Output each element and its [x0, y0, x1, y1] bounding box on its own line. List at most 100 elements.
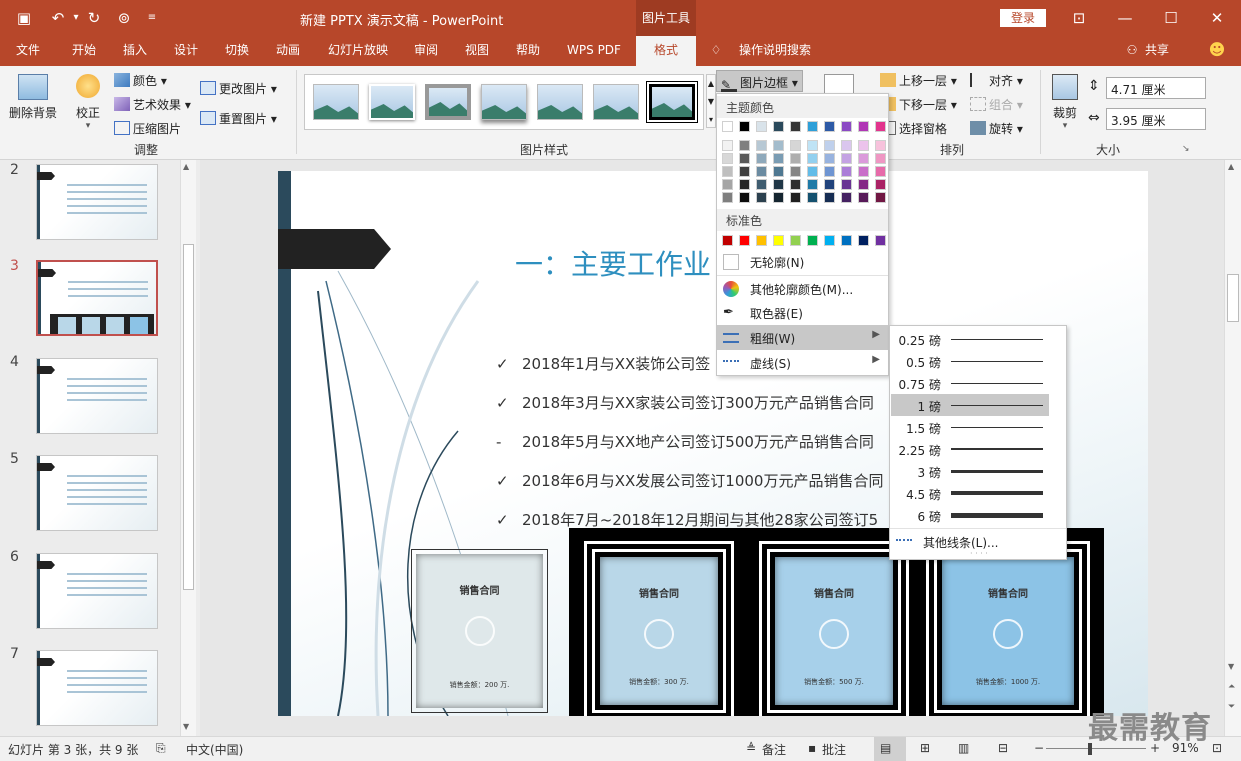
- change-picture-button[interactable]: 更改图片 ▾: [200, 80, 277, 97]
- theme-color-shade-swatch[interactable]: [773, 179, 784, 190]
- thumbnail-scrollbar[interactable]: ▲ ▼: [180, 160, 196, 736]
- previous-slide-icon[interactable]: ⏶: [1228, 682, 1235, 692]
- fit-to-window-icon[interactable]: ⊡: [1212, 741, 1222, 755]
- tell-me-search[interactable]: 操作说明搜索: [730, 36, 820, 66]
- weight-option[interactable]: 0.5 磅: [891, 350, 1049, 372]
- remove-background-button[interactable]: 删除背景: [8, 74, 58, 121]
- minimize-icon[interactable]: —: [1110, 6, 1140, 30]
- theme-color-shade-swatch[interactable]: [739, 179, 750, 190]
- tab-wps-pdf[interactable]: WPS PDF: [556, 36, 632, 66]
- close-icon[interactable]: ✕: [1202, 6, 1232, 30]
- theme-color-shade-swatch[interactable]: [739, 192, 750, 203]
- theme-color-swatch[interactable]: [773, 121, 784, 132]
- picture-style-1[interactable]: [313, 84, 359, 120]
- height-input[interactable]: 4.71 厘米: [1106, 77, 1206, 99]
- theme-color-shade-swatch[interactable]: [790, 153, 801, 164]
- picture-style-6[interactable]: [593, 84, 639, 120]
- theme-color-shade-swatch[interactable]: [841, 166, 852, 177]
- slide-thumbnail-7[interactable]: [36, 650, 158, 726]
- theme-color-shade-swatch[interactable]: [756, 153, 767, 164]
- picture-style-5[interactable]: [537, 84, 583, 120]
- theme-color-shade-swatch[interactable]: [722, 140, 733, 151]
- next-slide-icon[interactable]: ⏷: [1228, 702, 1235, 712]
- slide-thumbnail-6[interactable]: [36, 553, 158, 629]
- tab-insert[interactable]: 插入: [111, 36, 159, 66]
- color-button[interactable]: 颜色 ▾: [114, 72, 167, 89]
- theme-color-shade-swatch[interactable]: [841, 153, 852, 164]
- theme-color-shade-swatch[interactable]: [807, 179, 818, 190]
- slide-thumbnail-3[interactable]: [36, 260, 158, 336]
- theme-color-shade-swatch[interactable]: [807, 192, 818, 203]
- share-button[interactable]: 共享: [1142, 36, 1172, 66]
- weight-option[interactable]: 0.75 磅: [891, 372, 1049, 394]
- picture-style-2[interactable]: [369, 84, 415, 120]
- standard-color-swatch[interactable]: [790, 235, 801, 246]
- theme-color-swatch[interactable]: [858, 121, 869, 132]
- notes-button[interactable]: 备注: [762, 741, 786, 758]
- contract-picture-4[interactable]: 销售合同 销售金额：1000 万.: [926, 541, 1090, 716]
- theme-color-shade-swatch[interactable]: [807, 153, 818, 164]
- theme-color-shade-swatch[interactable]: [722, 153, 733, 164]
- tab-animations[interactable]: 动画: [264, 36, 312, 66]
- slide-title[interactable]: 一：主要工作业: [515, 243, 711, 283]
- standard-color-swatch[interactable]: [841, 235, 852, 246]
- theme-color-shade-swatch[interactable]: [824, 192, 835, 203]
- standard-color-swatch[interactable]: [739, 235, 750, 246]
- editor-scrollbar[interactable]: ▲ ▼ ⏶ ⏷: [1224, 160, 1241, 736]
- theme-color-shade-swatch[interactable]: [875, 153, 886, 164]
- theme-color-shade-swatch[interactable]: [790, 179, 801, 190]
- weight-option[interactable]: 3 磅: [891, 460, 1049, 482]
- more-outline-colors-item[interactable]: 其他轮廓颜色(M)...: [717, 275, 888, 300]
- theme-color-shade-swatch[interactable]: [756, 179, 767, 190]
- theme-color-shade-swatch[interactable]: [739, 153, 750, 164]
- slide-thumbnail-2[interactable]: [36, 164, 158, 240]
- group-button[interactable]: 组合 ▾: [970, 96, 1023, 113]
- scroll-up-icon[interactable]: ▲: [1228, 162, 1234, 171]
- theme-color-shade-swatch[interactable]: [790, 140, 801, 151]
- smiley-icon[interactable]: ☻: [1206, 36, 1228, 66]
- bring-forward-button[interactable]: 上移一层 ▾: [880, 72, 957, 89]
- theme-color-shade-swatch[interactable]: [858, 179, 869, 190]
- theme-color-shade-swatch[interactable]: [875, 192, 886, 203]
- slide-sorter-icon[interactable]: ⊞: [920, 741, 930, 755]
- tab-design[interactable]: 设计: [162, 36, 210, 66]
- size-dialog-launcher-icon[interactable]: ↘: [1182, 144, 1190, 154]
- weight-option[interactable]: 1 磅: [891, 394, 1049, 416]
- theme-color-shade-swatch[interactable]: [756, 192, 767, 203]
- send-backward-button[interactable]: 下移一层 ▾: [880, 96, 957, 113]
- theme-color-shade-swatch[interactable]: [773, 153, 784, 164]
- zoom-slider-track[interactable]: [1046, 748, 1146, 749]
- theme-color-shade-swatch[interactable]: [841, 179, 852, 190]
- undo-dropdown-icon[interactable]: ▾: [66, 8, 86, 28]
- standard-color-swatch[interactable]: [722, 235, 733, 246]
- crop-button[interactable]: 裁剪 ▾: [1050, 74, 1080, 131]
- theme-color-shade-swatch[interactable]: [824, 140, 835, 151]
- theme-color-shade-swatch[interactable]: [722, 192, 733, 203]
- present-icon[interactable]: ⊚: [114, 8, 134, 28]
- theme-color-shade-swatch[interactable]: [773, 166, 784, 177]
- tab-slideshow[interactable]: 幻灯片放映: [320, 36, 396, 66]
- theme-color-shade-swatch[interactable]: [858, 192, 869, 203]
- weight-option[interactable]: 2.25 磅: [891, 438, 1049, 460]
- tab-view[interactable]: 视图: [453, 36, 501, 66]
- slide-thumbnail-5[interactable]: [36, 455, 158, 531]
- standard-color-swatch[interactable]: [773, 235, 784, 246]
- theme-color-shade-swatch[interactable]: [739, 166, 750, 177]
- tab-home[interactable]: 开始: [60, 36, 108, 66]
- art-effects-button[interactable]: 艺术效果 ▾: [114, 96, 191, 113]
- save-icon[interactable]: ▣: [14, 8, 34, 28]
- reset-picture-button[interactable]: 重置图片 ▾: [200, 110, 277, 127]
- comments-button[interactable]: 批注: [822, 741, 846, 758]
- tab-transitions[interactable]: 切换: [213, 36, 261, 66]
- weight-option[interactable]: 1.5 磅: [891, 416, 1049, 438]
- scroll-down-icon[interactable]: ▼: [183, 722, 189, 731]
- standard-color-swatch[interactable]: [858, 235, 869, 246]
- theme-color-shade-swatch[interactable]: [739, 140, 750, 151]
- theme-color-swatch[interactable]: [875, 121, 886, 132]
- theme-color-shade-swatch[interactable]: [790, 192, 801, 203]
- customize-quick-access-icon[interactable]: ≡: [142, 8, 162, 28]
- theme-color-swatch[interactable]: [790, 121, 801, 132]
- theme-color-shade-swatch[interactable]: [722, 179, 733, 190]
- theme-color-shade-swatch[interactable]: [824, 179, 835, 190]
- dashes-item[interactable]: 虚线(S) ▶: [717, 350, 888, 375]
